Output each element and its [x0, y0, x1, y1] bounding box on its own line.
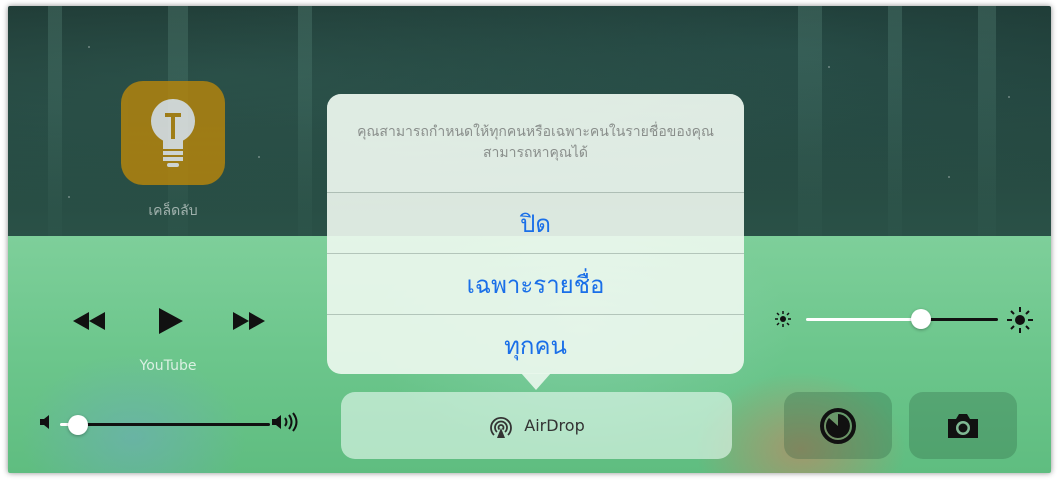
option-everyone[interactable]: ทุกคน	[327, 314, 744, 374]
tips-app-icon[interactable]	[121, 81, 225, 185]
rewind-button[interactable]	[72, 306, 106, 336]
airdrop-label: AirDrop	[524, 416, 585, 435]
wallpaper-streak	[978, 6, 996, 236]
airdrop-button[interactable]: AirDrop	[341, 392, 732, 459]
speaker-low-icon	[40, 415, 49, 429]
media-source-label: YouTube	[139, 358, 197, 374]
wallpaper-streak	[798, 6, 822, 236]
brightness-track[interactable]	[922, 318, 998, 321]
speaker-high-icon	[272, 412, 298, 432]
airdrop-icon	[490, 416, 513, 438]
star	[68, 196, 70, 198]
wallpaper-streak	[48, 6, 62, 236]
screen: เคล็ดลับ YouTube คุณสามารถกำหนดให้ทุกคนห…	[8, 6, 1051, 473]
lightbulb-icon	[151, 99, 195, 167]
star	[1008, 96, 1010, 98]
play-icon	[159, 308, 183, 334]
brightness-fill	[806, 318, 922, 321]
sun-large-icon	[1007, 307, 1033, 333]
popover-arrow	[521, 373, 551, 390]
sun-small-icon	[775, 311, 791, 327]
star	[258, 156, 260, 158]
brightness-knob[interactable]	[911, 309, 931, 329]
timer-icon	[820, 407, 856, 444]
volume-knob[interactable]	[68, 415, 88, 435]
wallpaper-streak	[888, 6, 902, 236]
star	[948, 176, 950, 178]
fast-forward-button[interactable]	[232, 306, 266, 336]
volume-track[interactable]	[74, 423, 270, 426]
option-off[interactable]: ปิด	[327, 192, 744, 253]
timer-button[interactable]	[784, 392, 892, 459]
popover-message: คุณสามารถกำหนดให้ทุกคนหรือเฉพาะคนในรายชื…	[327, 94, 744, 192]
app-label: เคล็ดลับ	[148, 203, 198, 219]
star	[828, 66, 830, 68]
media-controls	[72, 306, 272, 346]
fast-forward-icon	[233, 312, 265, 330]
rewind-icon	[73, 312, 105, 330]
airdrop-popover: คุณสามารถกำหนดให้ทุกคนหรือเฉพาะคนในรายชื…	[327, 94, 744, 374]
wallpaper-streak	[298, 6, 312, 236]
play-button[interactable]	[156, 306, 186, 336]
option-contacts-only[interactable]: เฉพาะรายชื่อ	[327, 253, 744, 314]
star	[88, 46, 90, 48]
camera-icon	[948, 413, 978, 438]
camera-button[interactable]	[909, 392, 1017, 459]
